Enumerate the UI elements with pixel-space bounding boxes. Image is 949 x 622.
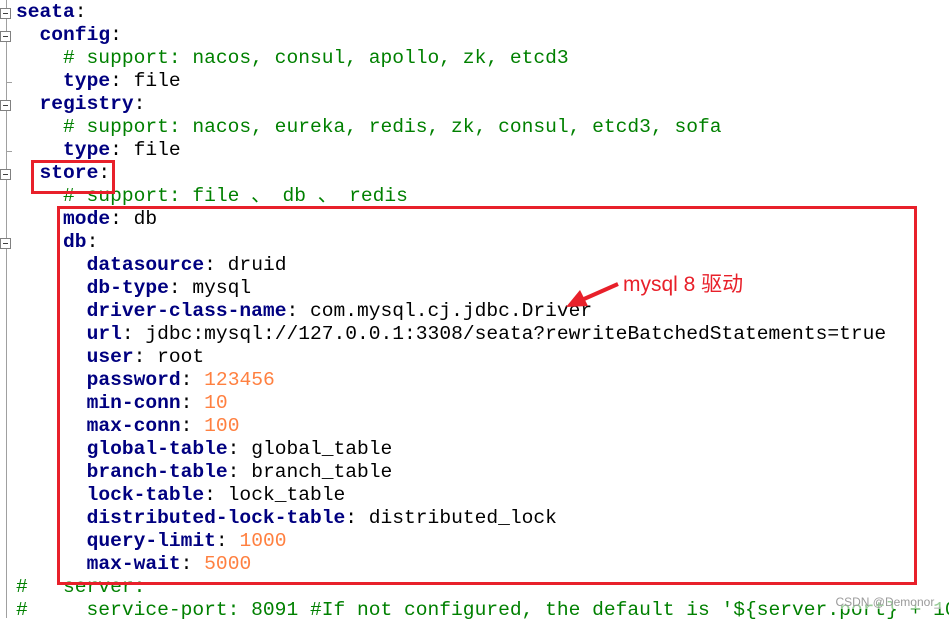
arrow-shaft — [583, 282, 619, 301]
watermark: CSDN @Demonor_ — [835, 595, 941, 609]
annotation-arrow — [566, 282, 619, 307]
annotation-text: mysql 8 驱动 — [623, 273, 744, 296]
